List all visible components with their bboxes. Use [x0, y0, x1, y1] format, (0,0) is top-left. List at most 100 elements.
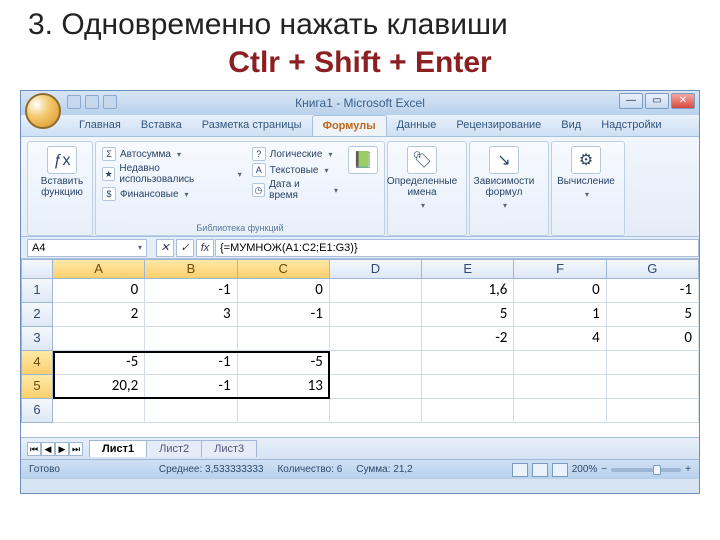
cell[interactable]	[330, 375, 422, 399]
view-normal-button[interactable]	[512, 463, 528, 477]
more-functions-button[interactable]: 📗	[348, 146, 378, 202]
col-header-f[interactable]: F	[514, 259, 606, 279]
cell[interactable]	[53, 399, 145, 423]
cell[interactable]: 5	[607, 303, 699, 327]
select-all-corner[interactable]	[21, 259, 53, 279]
col-header-b[interactable]: B	[145, 259, 237, 279]
cell[interactable]	[330, 327, 422, 351]
zoom-in-button[interactable]: +	[685, 464, 691, 475]
cell[interactable]	[145, 327, 237, 351]
cell[interactable]	[607, 375, 699, 399]
sheet-tab-2[interactable]: Лист2	[146, 440, 202, 457]
nav-next-icon[interactable]: ▶	[55, 442, 69, 456]
cell[interactable]	[422, 375, 514, 399]
quick-access-toolbar[interactable]	[67, 95, 117, 109]
sheet-tab-3[interactable]: Лист3	[201, 440, 257, 457]
view-layout-button[interactable]	[532, 463, 548, 477]
cancel-formula-button[interactable]: ✕	[156, 239, 174, 257]
cell[interactable]	[330, 303, 422, 327]
cell[interactable]	[514, 399, 606, 423]
zoom-out-button[interactable]: −	[601, 464, 607, 475]
col-header-c[interactable]: C	[238, 259, 330, 279]
view-break-button[interactable]	[552, 463, 568, 477]
row-header-2[interactable]: 2	[21, 303, 53, 327]
cell[interactable]: 0	[53, 279, 145, 303]
tab-review[interactable]: Рецензирование	[446, 115, 551, 136]
cell[interactable]	[330, 279, 422, 303]
cell[interactable]	[238, 327, 330, 351]
cell[interactable]: 3	[145, 303, 237, 327]
status-count: Количество: 6	[277, 464, 342, 475]
cell[interactable]	[330, 351, 422, 375]
tab-home[interactable]: Главная	[69, 115, 131, 136]
name-box[interactable]: A4▾	[27, 239, 147, 257]
cell[interactable]	[238, 399, 330, 423]
cell[interactable]: 13	[238, 375, 330, 399]
text-button[interactable]: AТекстовые▾	[252, 163, 338, 177]
nav-last-icon[interactable]: ⏭	[69, 442, 83, 456]
row-header-3[interactable]: 3	[21, 327, 53, 351]
cell[interactable]: -1	[145, 375, 237, 399]
cell[interactable]: -1	[145, 279, 237, 303]
formula-auditing-button[interactable]: ↘Зависимости формул▾	[476, 146, 532, 211]
recent-button[interactable]: ★Недавно использовались▾	[102, 163, 242, 185]
financial-button[interactable]: $Финансовые▾	[102, 187, 242, 201]
cell[interactable]: 0	[607, 327, 699, 351]
cell[interactable]	[330, 399, 422, 423]
cell[interactable]: 1	[514, 303, 606, 327]
office-button[interactable]	[25, 93, 61, 129]
cell[interactable]: 4	[514, 327, 606, 351]
sheet-tab-1[interactable]: Лист1	[89, 440, 147, 457]
row-header-4[interactable]: 4	[21, 351, 53, 375]
col-header-d[interactable]: D	[330, 259, 422, 279]
close-button[interactable]: ✕	[671, 93, 695, 109]
row-header-1[interactable]: 1	[21, 279, 53, 303]
cell[interactable]: 0	[514, 279, 606, 303]
tab-insert[interactable]: Вставка	[131, 115, 192, 136]
row-header-6[interactable]: 6	[21, 399, 53, 423]
cell[interactable]: -1	[607, 279, 699, 303]
autosum-button[interactable]: ΣАвтосумма▾	[102, 147, 242, 161]
cell[interactable]	[607, 399, 699, 423]
cell[interactable]	[422, 351, 514, 375]
cell[interactable]: 1,6	[422, 279, 514, 303]
zoom-slider[interactable]	[611, 468, 681, 472]
cell[interactable]: -5	[53, 351, 145, 375]
cell[interactable]: 0	[238, 279, 330, 303]
datetime-button[interactable]: ◷Дата и время▾	[252, 179, 338, 201]
minimize-button[interactable]: —	[619, 93, 643, 109]
tab-addins[interactable]: Надстройки	[591, 115, 671, 136]
col-header-e[interactable]: E	[422, 259, 514, 279]
cell[interactable]	[514, 351, 606, 375]
tab-layout[interactable]: Разметка страницы	[192, 115, 312, 136]
maximize-button[interactable]: ▭	[645, 93, 669, 109]
tab-view[interactable]: Вид	[551, 115, 591, 136]
nav-first-icon[interactable]: ⏮	[27, 442, 41, 456]
defined-names-button[interactable]: 🏷Определенные имена▾	[394, 146, 450, 211]
cell[interactable]: -5	[238, 351, 330, 375]
cell[interactable]: 2	[53, 303, 145, 327]
worksheet-grid[interactable]: A B C D E F G 10-101,60-1 223-1515 3-240…	[21, 259, 699, 437]
col-header-g[interactable]: G	[607, 259, 699, 279]
cell[interactable]: -1	[145, 351, 237, 375]
insert-function-button[interactable]: ƒx Вставить функцию	[34, 146, 90, 198]
cell[interactable]: -2	[422, 327, 514, 351]
cell[interactable]	[422, 399, 514, 423]
tab-formulas[interactable]: Формулы	[312, 115, 387, 136]
nav-prev-icon[interactable]: ◀	[41, 442, 55, 456]
formula-bar[interactable]: {=МУМНОЖ(A1:C2;E1:G3)}	[215, 239, 699, 257]
cell[interactable]: -1	[238, 303, 330, 327]
cell[interactable]: 5	[422, 303, 514, 327]
tab-data[interactable]: Данные	[387, 115, 447, 136]
logical-button[interactable]: ?Логические▾	[252, 147, 338, 161]
fx-button[interactable]: fx	[196, 239, 214, 257]
row-header-5[interactable]: 5	[21, 375, 53, 399]
cell[interactable]: 20,2	[53, 375, 145, 399]
enter-formula-button[interactable]: ✓	[176, 239, 194, 257]
cell[interactable]	[53, 327, 145, 351]
cell[interactable]	[145, 399, 237, 423]
calculation-button[interactable]: ⚙Вычисление▾	[558, 146, 614, 200]
cell[interactable]	[607, 351, 699, 375]
cell[interactable]	[514, 375, 606, 399]
col-header-a[interactable]: A	[53, 259, 145, 279]
